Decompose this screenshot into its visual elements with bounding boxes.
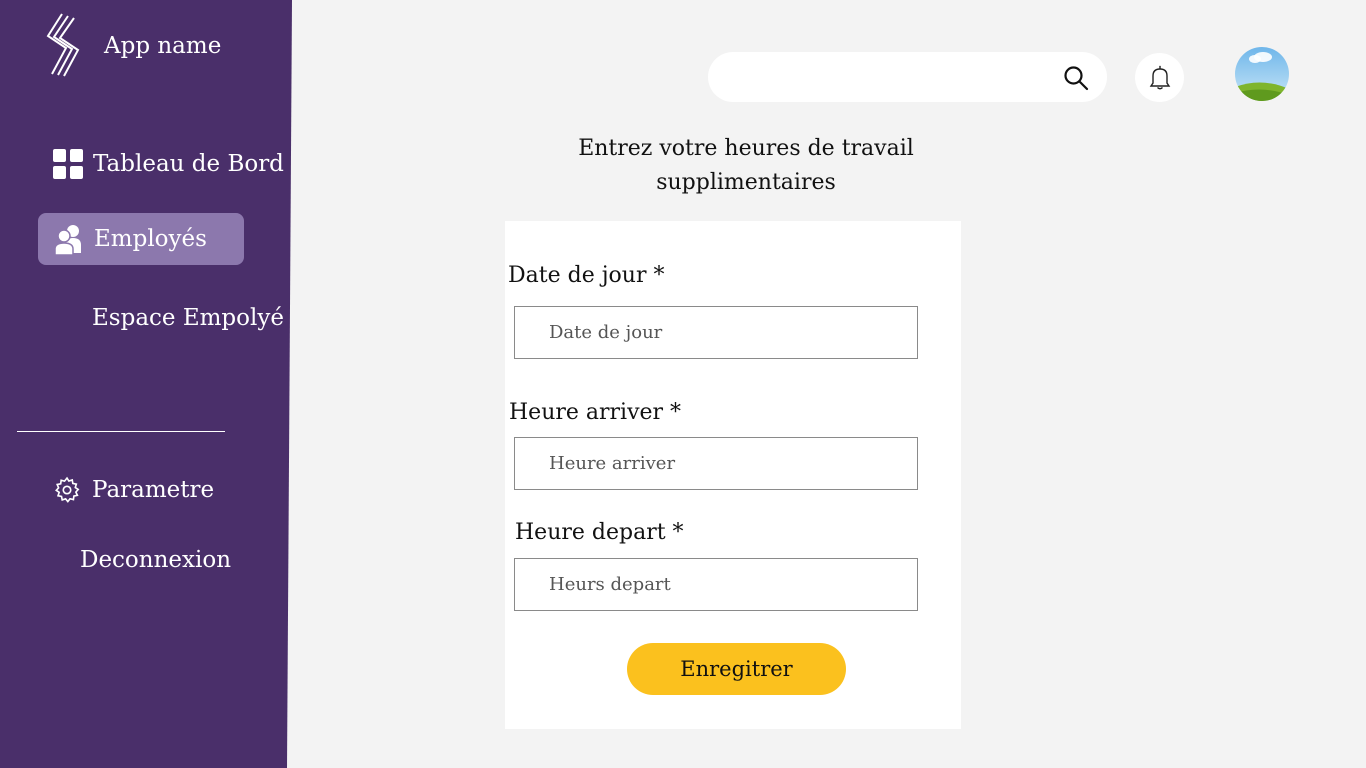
sidebar-item-label: Deconnexion (80, 547, 232, 573)
sidebar-item-employees[interactable]: Employés (38, 213, 244, 265)
search-icon[interactable] (1063, 65, 1089, 91)
sidebar: App name Tableau de Bord Employés Espace… (0, 0, 292, 768)
sidebar-item-dashboard[interactable]: Tableau de Bord (52, 148, 284, 180)
sidebar-item-logout[interactable]: Deconnexion (80, 547, 231, 573)
sidebar-item-settings[interactable]: Parametre (51, 474, 214, 506)
date-field[interactable] (514, 306, 918, 359)
search-input[interactable] (730, 62, 1050, 92)
sidebar-item-label: Espace Empolyé (92, 305, 284, 331)
sidebar-item-label: Tableau de Bord (93, 151, 284, 177)
gear-icon (51, 474, 83, 506)
departure-time-label: Heure depart * (515, 520, 684, 545)
departure-time-field[interactable] (514, 558, 918, 611)
dashboard-grid-icon (52, 148, 84, 180)
app-logo-icon (46, 13, 80, 77)
date-label: Date de jour * (508, 263, 665, 288)
app-name: App name (104, 33, 222, 59)
users-icon (53, 223, 85, 255)
overtime-form: Date de jour * Heure arriver * Heure dep… (505, 221, 961, 729)
arrival-time-label: Heure arriver * (509, 400, 682, 425)
search-bar[interactable] (708, 52, 1107, 102)
sidebar-item-employee-space[interactable]: Espace Empolyé (92, 305, 284, 331)
save-button[interactable]: Enregitrer (627, 643, 846, 695)
arrival-time-field[interactable] (514, 437, 918, 490)
avatar[interactable] (1235, 47, 1289, 101)
notifications-button[interactable] (1135, 53, 1184, 102)
sidebar-divider (17, 431, 225, 432)
sidebar-item-label: Employés (94, 226, 207, 252)
bell-icon (1149, 65, 1170, 89)
form-title: Entrez votre heures de travail supplimen… (578, 136, 914, 195)
sidebar-item-label: Parametre (92, 477, 215, 503)
